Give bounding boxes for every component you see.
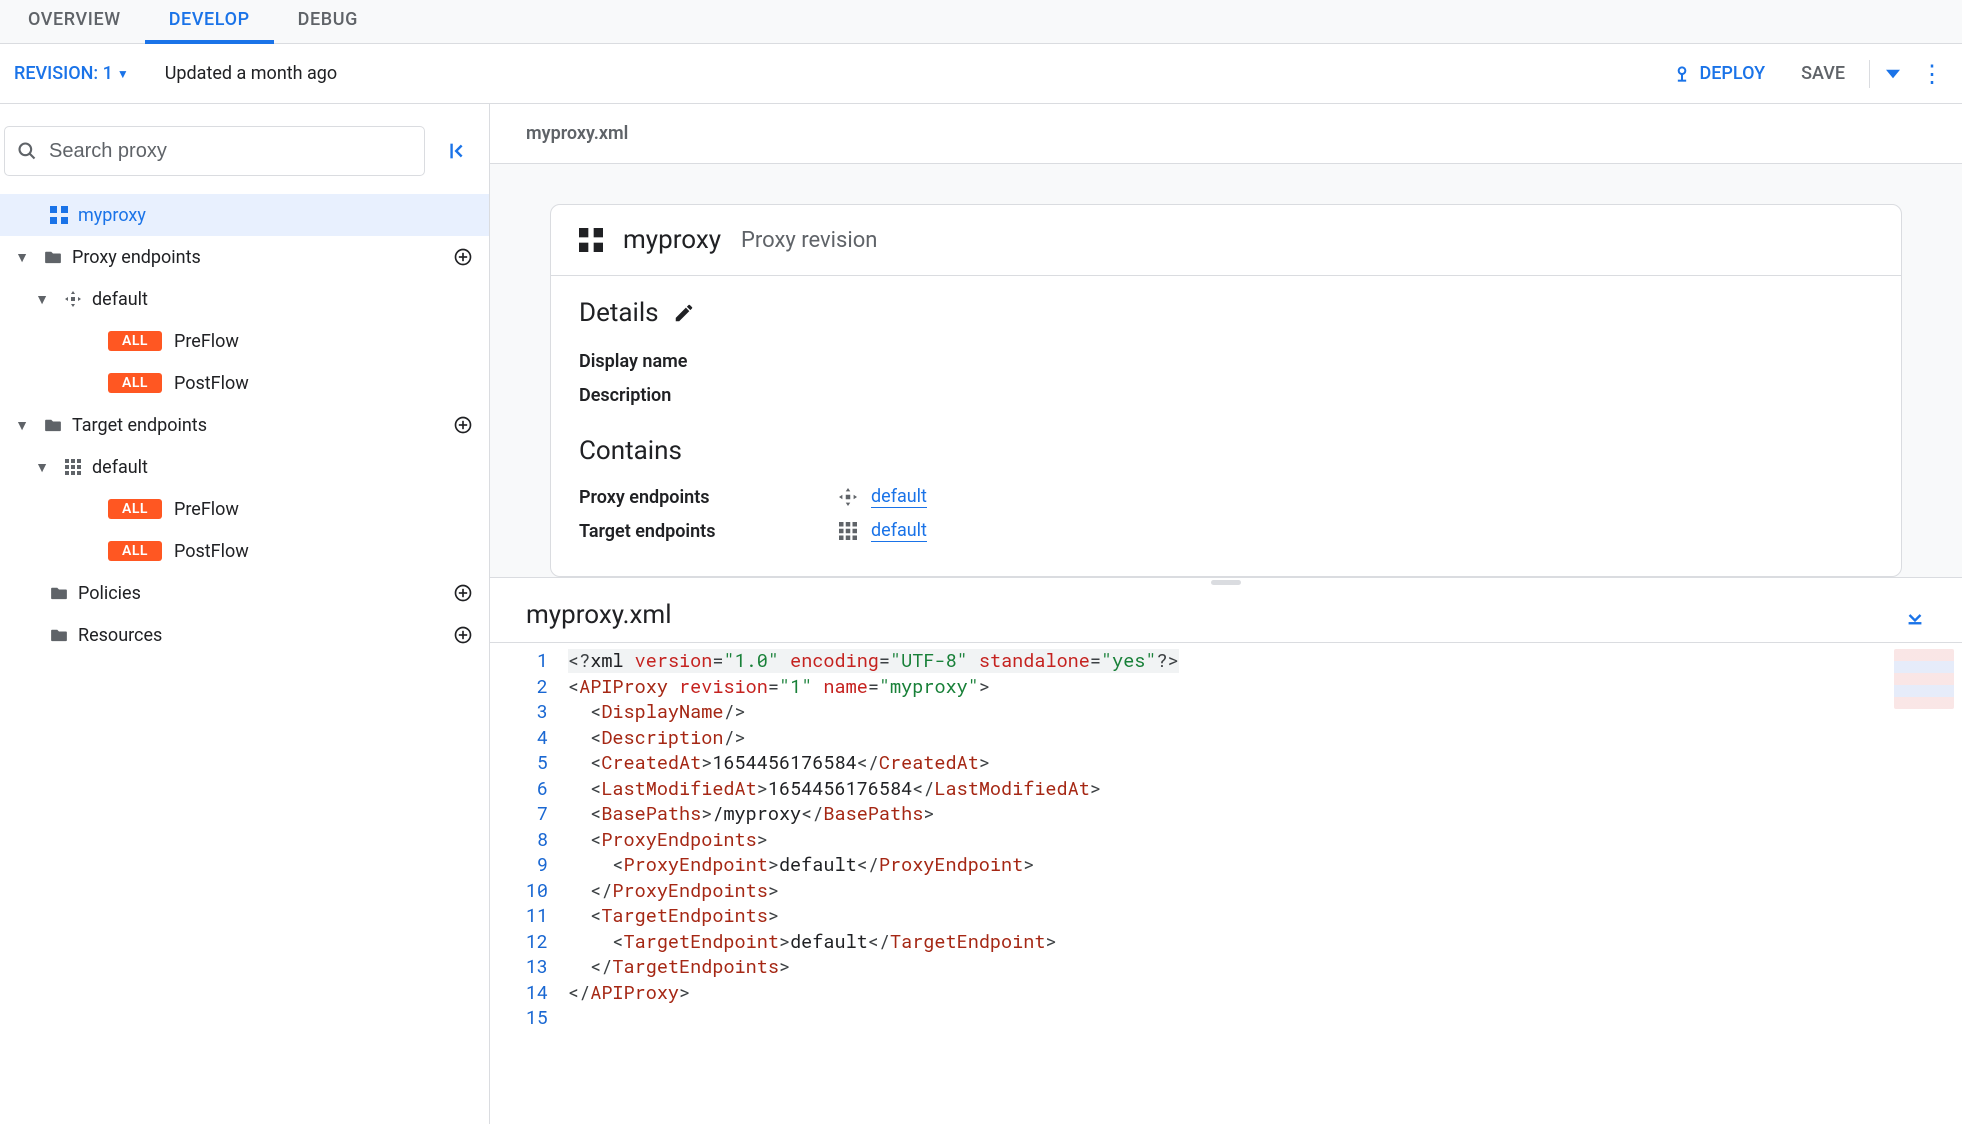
folder-icon [48,586,70,600]
target-icon [839,522,857,540]
contains-heading: Contains [579,436,1873,466]
tab-develop[interactable]: DEVELOP [145,0,274,44]
tree-policies[interactable]: Policies [0,572,489,614]
proxy-icon [579,228,603,252]
proxy-tree: myproxy ▼ Proxy endpoints ▼ default [0,194,489,1124]
search-icon [17,141,37,161]
save-button[interactable]: SAVE [1783,63,1863,84]
target-icon [62,459,84,475]
endpoint-icon [62,291,84,307]
tab-debug[interactable]: DEBUG [274,0,382,44]
code-area[interactable]: <?xml version="1.0" encoding="UTF-8" sta… [558,643,1962,1124]
folder-icon [42,250,64,264]
tree-proxy-endpoint-default[interactable]: ▼ default [0,278,489,320]
search-input[interactable] [47,139,412,164]
add-resource-button[interactable] [453,625,489,645]
splitter[interactable] [490,577,1962,587]
deploy-icon [1672,64,1692,84]
tree-root-label: myproxy [78,205,489,226]
revision-bar: REVISION: 1 ▼ Updated a month ago DEPLOY… [0,44,1962,104]
breadcrumb-file: myproxy.xml [526,123,628,144]
folder-icon [42,418,64,432]
tree-proxy-preflow-label: PreFlow [174,331,489,352]
add-proxy-endpoint-button[interactable] [453,247,489,267]
tree-target-endpoints[interactable]: ▼ Target endpoints [0,404,489,446]
add-target-endpoint-button[interactable] [453,415,489,435]
folder-icon [48,628,70,642]
proxy-endpoints-label: Proxy endpoints [579,487,839,508]
proxy-endpoint-link[interactable]: default [871,486,927,508]
tree-proxy-postflow[interactable]: ALL PostFlow [0,362,489,404]
deploy-button[interactable]: DEPLOY [1654,63,1784,84]
verb-badge: ALL [108,499,162,519]
main-tabs: OVERVIEW DEVELOP DEBUG [0,0,1962,44]
edit-details-button[interactable] [673,302,695,324]
grip-icon [1211,580,1241,585]
tree-target-preflow-label: PreFlow [174,499,489,520]
revision-label: REVISION: 1 [14,63,113,84]
editor-title: myproxy.xml [526,600,1904,630]
tree-proxy-endpoint-default-label: default [92,289,489,310]
separator [1869,60,1870,88]
tree-resources-label: Resources [78,625,453,646]
card-title: myproxy [623,225,721,255]
collapse-sidebar-button[interactable] [439,140,477,162]
caret-icon[interactable]: ▼ [28,291,56,308]
save-dropdown-button[interactable] [1876,67,1910,81]
display-name-label: Display name [579,351,839,372]
chevron-down-icon: ▼ [117,67,129,81]
description-label: Description [579,385,839,406]
tree-proxy-preflow[interactable]: ALL PreFlow [0,320,489,362]
sidebar: myproxy ▼ Proxy endpoints ▼ default [0,104,490,1124]
caret-icon[interactable]: ▼ [8,249,36,266]
breadcrumb: myproxy.xml [490,104,1962,164]
tree-proxy-postflow-label: PostFlow [174,373,489,394]
verb-badge: ALL [108,373,162,393]
tree-proxy-endpoints[interactable]: ▼ Proxy endpoints [0,236,489,278]
line-gutter: 123456789101112131415 [490,643,558,1124]
content: myproxy.xml myproxy Proxy revision Detai… [490,104,1962,1124]
card-subtitle: Proxy revision [741,228,877,253]
caret-icon[interactable]: ▼ [8,417,36,434]
dock-editor-button[interactable] [1904,604,1926,626]
tree-target-postflow[interactable]: ALL PostFlow [0,530,489,572]
deploy-label: DEPLOY [1700,63,1766,84]
tree-target-endpoints-label: Target endpoints [72,415,453,436]
tree-resources[interactable]: Resources [0,614,489,656]
updated-text: Updated a month ago [165,63,337,84]
tab-overview[interactable]: OVERVIEW [4,0,145,44]
add-policy-button[interactable] [453,583,489,603]
code-editor[interactable]: 123456789101112131415 <?xml version="1.0… [490,643,1962,1124]
more-menu-button[interactable]: ⋮ [1910,60,1954,88]
tree-policies-label: Policies [78,583,453,604]
tree-target-preflow[interactable]: ALL PreFlow [0,488,489,530]
target-endpoint-link[interactable]: default [871,520,927,542]
tree-proxy-endpoints-label: Proxy endpoints [72,247,453,268]
tree-target-postflow-label: PostFlow [174,541,489,562]
endpoint-icon [839,488,857,506]
tree-root-myproxy[interactable]: myproxy [0,194,489,236]
tree-target-endpoint-default[interactable]: ▼ default [0,446,489,488]
proxy-card: myproxy Proxy revision Details Display n… [550,204,1902,577]
details-panel: myproxy Proxy revision Details Display n… [490,164,1962,577]
revision-dropdown[interactable]: REVISION: 1 ▼ [8,63,135,84]
target-endpoints-label: Target endpoints [579,521,839,542]
tree-target-endpoint-default-label: default [92,457,489,478]
verb-badge: ALL [108,541,162,561]
caret-icon[interactable]: ▼ [28,459,56,476]
proxy-icon [48,206,70,224]
details-heading: Details [579,298,659,328]
search-input-wrap[interactable] [4,126,425,176]
verb-badge: ALL [108,331,162,351]
editor-header: myproxy.xml [490,587,1962,643]
